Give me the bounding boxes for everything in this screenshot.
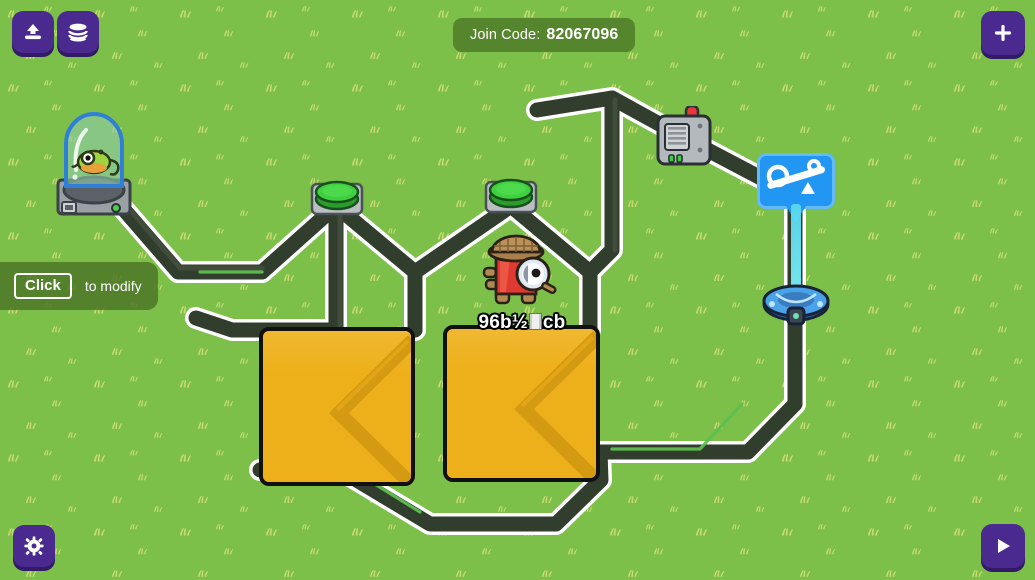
name-part-2: cb xyxy=(542,312,566,333)
add-button[interactable] xyxy=(981,11,1025,55)
play-button[interactable] xyxy=(981,524,1025,568)
player-character[interactable]: 96b½ cb xyxy=(470,232,574,340)
join-code-value: 82067096 xyxy=(546,26,619,43)
machine-box-object[interactable] xyxy=(655,104,713,168)
click-to-modify-hint: Click to modify xyxy=(0,262,158,310)
play-icon xyxy=(998,539,1010,553)
hint-text: to modify xyxy=(84,278,142,294)
green-button-2[interactable] xyxy=(484,170,538,219)
green-button-1[interactable] xyxy=(310,172,364,221)
layers-button[interactable] xyxy=(57,11,99,53)
chevron-left-icon xyxy=(514,331,596,478)
game-canvas[interactable]: 96b½ cb Join Code: 82067096 Click to mod… xyxy=(0,0,1035,580)
settings-button[interactable] xyxy=(13,525,55,567)
yellow-block-2[interactable] xyxy=(443,325,600,482)
chevron-left-icon xyxy=(329,335,411,482)
upload-button[interactable] xyxy=(12,11,54,53)
missing-glyph-box xyxy=(528,313,542,330)
character-name-label: 96b½ cb xyxy=(470,312,574,334)
layers-icon xyxy=(68,23,88,42)
saucer-object[interactable] xyxy=(762,280,830,328)
cloud-upload-icon xyxy=(25,24,41,40)
yellow-block-1[interactable] xyxy=(259,327,415,486)
join-code-badge: Join Code: 82067096 xyxy=(453,18,636,52)
capsule-dome-object[interactable] xyxy=(54,108,134,216)
hint-keycap: Click xyxy=(14,273,72,299)
join-code-label: Join Code: xyxy=(470,27,541,43)
name-part-1: 96b½ xyxy=(478,312,528,333)
plus-icon xyxy=(995,25,1011,41)
balance-scale-icon xyxy=(766,159,825,194)
gear-icon xyxy=(24,536,44,556)
selection-callout[interactable] xyxy=(757,153,835,209)
